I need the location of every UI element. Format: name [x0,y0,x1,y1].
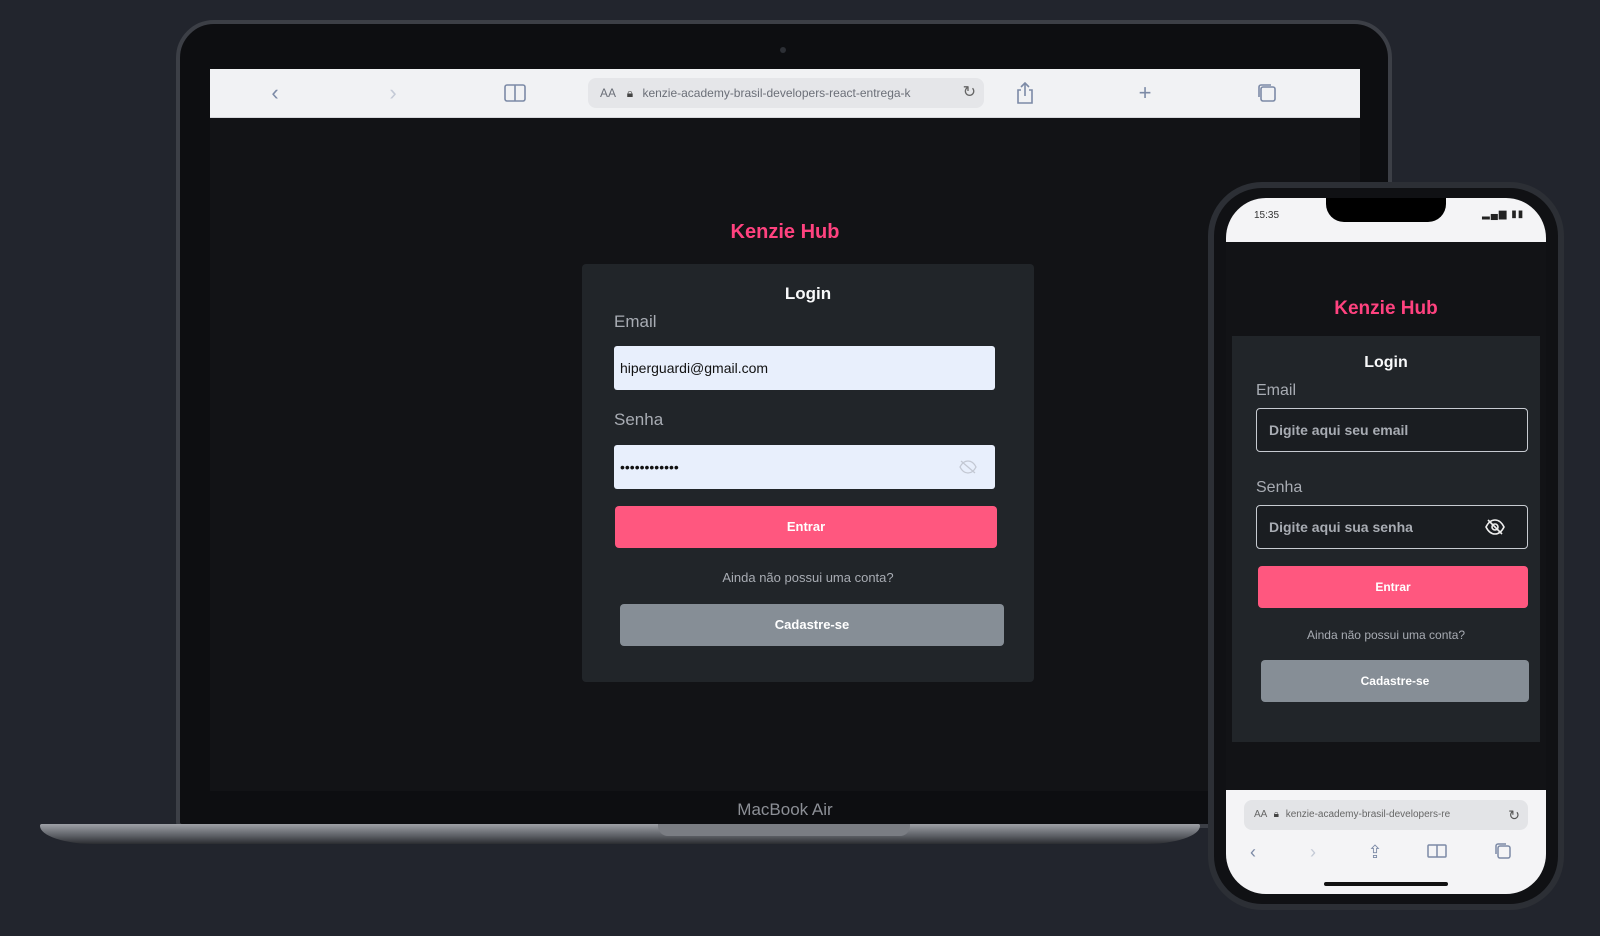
laptop-base [40,824,1200,844]
email-label: Email [1256,382,1297,399]
reload-icon[interactable]: ↻ [1508,800,1520,830]
login-card: Login Email hiperguardi@gmail.com Senha … [582,264,1034,682]
plus-icon[interactable]: + [1130,69,1160,117]
register-button[interactable]: Cadastre-se [620,604,1004,646]
eye-off-icon[interactable] [1485,506,1505,550]
reader-aa[interactable]: AA [600,86,615,100]
login-title: Login [1364,354,1408,371]
back-icon[interactable]: ‹ [260,69,290,117]
email-input[interactable]: hiperguardi@gmail.com [614,346,995,390]
password-placeholder: Digite aqui sua senha [1269,519,1413,535]
address-bar[interactable]: AA 🔒︎ kenzie-academy-brasil-developers-r… [1244,800,1528,830]
status-bar: 15:35 ▂▄▆ ▮▮ [1226,198,1546,242]
register-button[interactable]: Cadastre-se [1261,660,1529,702]
login-card: Login Email Digite aqui seu email Senha … [1232,336,1540,742]
address-text: kenzie-academy-brasil-developers-re [1285,809,1451,820]
password-input[interactable]: •••••••••••• [614,445,995,489]
share-icon[interactable] [1010,69,1040,121]
model-label: MacBook Air [737,800,833,819]
laptop-camera [780,47,786,53]
address-text: kenzie-academy-brasil-developers-react-e… [642,86,911,100]
back-icon[interactable]: ‹ [1238,842,1268,863]
share-icon[interactable]: ⇪ [1360,842,1390,863]
laptop-hinge [658,824,910,836]
login-button[interactable]: Entrar [1258,566,1528,608]
status-time: 15:35 [1254,210,1280,221]
email-label: Email [614,312,657,331]
brand-logo: Kenzie Hub [1334,298,1438,319]
no-account-text: Ainda não possui uma conta? [722,570,894,585]
password-label: Senha [1256,479,1303,496]
browser-toolbar: ‹ › AA 🔒︎ kenzie-academy-brasil-develope… [210,69,1360,118]
password-value: •••••••••••• [620,459,679,475]
login-title: Login [784,284,832,303]
reload-icon[interactable]: ↻ [963,78,976,108]
home-indicator[interactable] [1324,882,1448,886]
lock-icon: 🔒︎ [626,86,634,100]
password-input[interactable]: Digite aqui sua senha [1256,505,1528,549]
lock-icon: 🔒︎ [1273,809,1279,820]
laptop-screen: ‹ › AA 🔒︎ kenzie-academy-brasil-develope… [210,69,1360,791]
phone-screen: 15:35 ▂▄▆ ▮▮ Kenzie Hub Login Email Digi… [1226,198,1546,894]
login-button[interactable]: Entrar [615,506,997,548]
eye-off-icon[interactable] [959,445,977,492]
forward-icon[interactable]: › [378,69,408,117]
email-input[interactable]: Digite aqui seu email [1256,408,1528,452]
address-bar[interactable]: AA 🔒︎ kenzie-academy-brasil-developers-r… [588,78,984,108]
tabs-icon[interactable] [1488,842,1518,865]
phone-browser-bar: AA 🔒︎ kenzie-academy-brasil-developers-r… [1226,790,1546,894]
forward-icon[interactable]: › [1298,842,1328,863]
password-label: Senha [614,410,664,429]
sidebar-icon[interactable] [500,69,530,119]
reader-aa[interactable]: AA [1254,809,1267,820]
brand-logo: Kenzie Hub [730,221,840,243]
book-icon[interactable] [1422,842,1452,863]
signal-icon: ▂▄▆ ▮▮ [1482,209,1525,220]
no-account-text: Ainda não possui uma conta? [1306,628,1466,642]
tabs-icon[interactable] [1252,69,1282,120]
phone-notch [1326,198,1446,222]
